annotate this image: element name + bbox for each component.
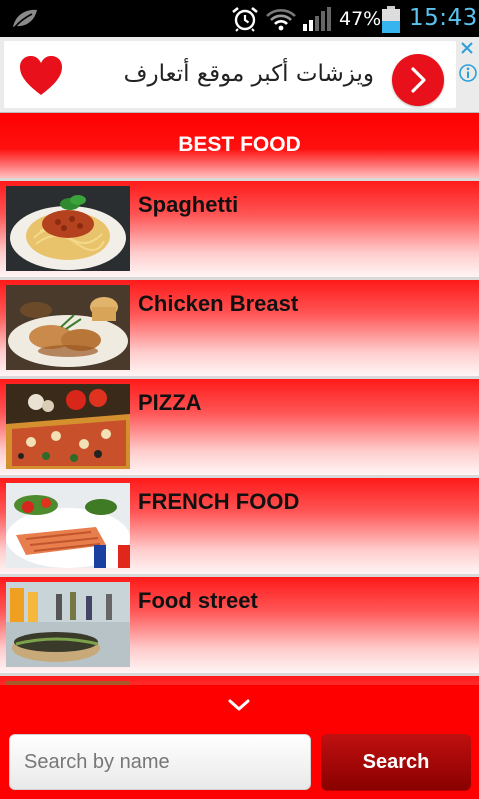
chevron-down-icon[interactable]	[226, 697, 252, 713]
list-item[interactable]: Spaghetti	[0, 178, 479, 277]
list-item-label: Food street	[138, 588, 258, 613]
spaghetti-thumbnail	[6, 186, 130, 271]
search-bar: Search	[0, 685, 479, 799]
french-food-thumbnail	[6, 483, 130, 568]
heart-icon	[20, 56, 62, 95]
alarm-icon	[232, 6, 258, 32]
wifi-icon	[266, 9, 296, 31]
battery-percent: 47%	[339, 8, 382, 30]
chevron-right-icon	[411, 67, 426, 93]
signal-icon	[303, 7, 331, 31]
list-item[interactable]	[0, 673, 479, 685]
list-item[interactable]: PIZZA	[0, 376, 479, 475]
list-item-label: Spaghetti	[138, 192, 239, 217]
leaf-icon	[13, 9, 37, 29]
list-item[interactable]: Food street	[0, 574, 479, 673]
search-button[interactable]: Search	[321, 734, 471, 790]
app-header: BEST FOOD	[0, 113, 479, 178]
ad-content[interactable]: ويزشات أكبر موقع أتعارف	[4, 41, 456, 108]
food-list[interactable]: Spaghetti Chicken Breast PIZZA FRENCH FO…	[0, 178, 479, 685]
ad-banner[interactable]: ويزشات أكبر موقع أتعارف	[0, 37, 479, 113]
pizza-thumbnail	[6, 384, 130, 469]
clock: 15:43	[409, 5, 478, 31]
list-item[interactable]: FRENCH FOOD	[0, 475, 479, 574]
list-item-label: Chicken Breast	[138, 291, 299, 316]
list-item[interactable]: Chicken Breast	[0, 277, 479, 376]
status-bar: 47% 15:43	[0, 0, 479, 37]
ad-text: ويزشات أكبر موقع أتعارف	[123, 61, 374, 87]
food-street-thumbnail	[6, 582, 130, 667]
list-item-label: PIZZA	[138, 390, 202, 415]
battery-icon	[382, 6, 400, 33]
ad-open-button[interactable]	[392, 54, 444, 106]
info-icon[interactable]	[458, 63, 478, 83]
close-icon[interactable]	[459, 40, 475, 56]
page-title: BEST FOOD	[178, 133, 301, 156]
search-input[interactable]	[9, 734, 311, 790]
list-item-label: FRENCH FOOD	[138, 489, 300, 514]
chicken-breast-thumbnail	[6, 285, 130, 370]
